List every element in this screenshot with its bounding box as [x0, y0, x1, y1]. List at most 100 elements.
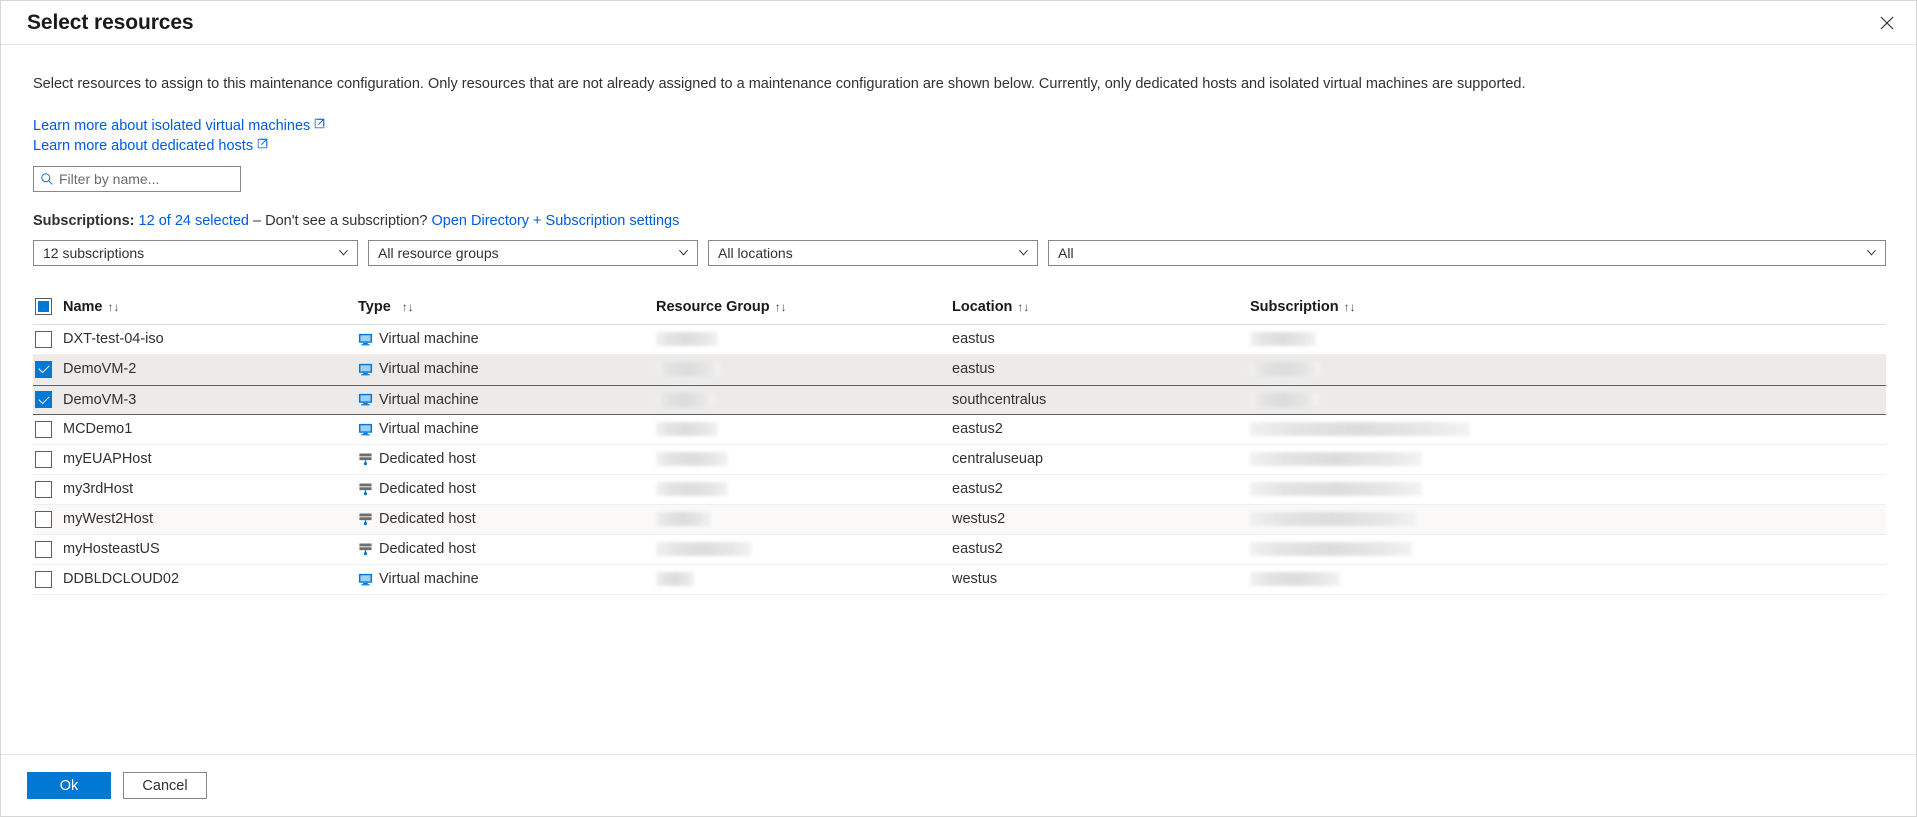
cell-resource-group — [656, 542, 952, 557]
blade-header: Select resources — [1, 1, 1916, 45]
table-row[interactable]: DXT-test-04-iso Virtual machine eastus — [33, 325, 1886, 355]
sort-icon[interactable]: ↑↓ — [108, 300, 120, 314]
cell-subscription — [1250, 512, 1886, 527]
column-header-location[interactable]: Location ↑↓ — [952, 299, 1250, 315]
column-header-name[interactable]: Name ↑↓ — [63, 299, 358, 315]
link-dedicated-hosts-label: Learn more about dedicated hosts — [33, 137, 254, 154]
cell-name: myWest2Host — [63, 511, 153, 528]
type-filter-value: All — [1058, 244, 1074, 261]
subscriptions-selected-link[interactable]: 12 of 24 selected — [139, 213, 249, 229]
row-checkbox[interactable] — [35, 570, 52, 588]
location-filter-dropdown[interactable]: All locations — [708, 239, 1038, 266]
row-checkbox-cell — [33, 391, 63, 409]
table-body: DXT-test-04-iso Virtual machine eastus Demo… — [33, 325, 1886, 595]
row-checkbox[interactable] — [35, 540, 52, 558]
cell-resource-group — [656, 422, 952, 437]
sort-icon[interactable]: ↑↓ — [402, 300, 414, 314]
cell-type-label: Dedicated host — [379, 451, 476, 468]
cell-subscription — [1250, 422, 1886, 437]
column-header-resource-group[interactable]: Resource Group ↑↓ — [656, 299, 952, 315]
redacted-resource-group — [656, 332, 718, 347]
cell-type-label: Virtual machine — [379, 421, 479, 438]
virtual-machine-icon — [358, 573, 373, 585]
chevron-down-icon — [339, 249, 348, 256]
row-checkbox-cell — [33, 450, 63, 468]
link-isolated-virtual-machines[interactable]: Learn more about isolated virtual machin… — [33, 117, 1886, 134]
sort-icon[interactable]: ↑↓ — [775, 300, 787, 314]
table-row[interactable]: my3rdHost Dedicated host eastus2 — [33, 475, 1886, 505]
row-checkbox[interactable] — [35, 391, 52, 409]
select-all-checkbox[interactable] — [35, 298, 52, 316]
table-row[interactable]: MCDemo1 Virtual machine eastus2 — [33, 415, 1886, 445]
close-icon[interactable] — [1872, 8, 1902, 38]
cell-type-label: Dedicated host — [379, 511, 476, 528]
table-row[interactable]: DemoVM-3 Virtual machine southcentralus — [33, 384, 1886, 415]
redacted-subscription — [1250, 452, 1422, 467]
row-checkbox[interactable] — [35, 450, 52, 468]
cell-type-label: Virtual machine — [379, 391, 479, 408]
link-isolated-vm-label: Learn more about isolated virtual machin… — [33, 117, 311, 134]
subscription-filter-value: 12 subscriptions — [43, 244, 145, 261]
close-glyph — [1880, 16, 1894, 29]
sort-icon[interactable]: ↑↓ — [1017, 300, 1029, 314]
cell-location: eastus — [952, 361, 995, 378]
filter-by-name-box[interactable] — [33, 165, 241, 192]
column-header-resource-group-label: Resource Group — [656, 298, 770, 315]
cell-location: westus2 — [952, 511, 1006, 528]
search-input[interactable] — [59, 170, 240, 187]
row-checkbox[interactable] — [35, 330, 52, 348]
row-checkbox-cell — [33, 360, 63, 378]
column-header-subscription[interactable]: Subscription ↑↓ — [1250, 299, 1886, 315]
cell-subscription — [1250, 452, 1886, 467]
link-dedicated-hosts[interactable]: Learn more about dedicated hosts — [33, 137, 1886, 154]
table-row[interactable]: myWest2Host Dedicated host westus2 — [33, 504, 1886, 535]
cancel-button[interactable]: Cancel — [123, 772, 207, 799]
virtual-machine-icon — [358, 333, 373, 345]
cell-name: DemoVM-3 — [63, 391, 137, 408]
cell-resource-group — [656, 572, 952, 587]
row-checkbox[interactable] — [35, 420, 52, 438]
row-checkbox[interactable] — [35, 510, 52, 528]
cell-type: Virtual machine — [358, 392, 656, 408]
redacted-subscription — [1250, 542, 1412, 557]
subscriptions-separator-text: – Don't see a subscription? — [253, 212, 428, 229]
cell-resource-group — [656, 512, 952, 527]
redacted-resource-group — [656, 572, 694, 587]
sort-icon[interactable]: ↑↓ — [1344, 300, 1356, 314]
subscriptions-line: Subscriptions: 12 of 24 selected – Don't… — [33, 213, 1886, 229]
blade-footer: Ok Cancel — [1, 754, 1916, 816]
dedicated-host-icon — [359, 513, 372, 525]
resource-group-filter-dropdown[interactable]: All resource groups — [368, 239, 698, 266]
row-checkbox[interactable] — [35, 480, 52, 498]
cell-subscription — [1250, 332, 1886, 347]
table-row[interactable]: myHosteastUS Dedicated host eastus2 — [33, 535, 1886, 565]
row-checkbox-cell — [33, 510, 63, 528]
external-link-icon — [257, 137, 268, 153]
row-checkbox[interactable] — [35, 360, 52, 378]
table-row[interactable]: DDBLDCLOUD02 Virtual machine westus — [33, 565, 1886, 595]
ok-button[interactable]: Ok — [27, 772, 111, 799]
cell-resource-group — [656, 482, 952, 497]
type-filter-dropdown[interactable]: All — [1048, 239, 1886, 266]
open-directory-subscription-settings-link[interactable]: Open Directory + Subscription settings — [432, 213, 680, 229]
cell-name: DemoVM-2 — [63, 361, 137, 378]
cell-name: myEUAPHost — [63, 451, 152, 468]
column-header-type[interactable]: Type ↑↓ — [358, 299, 656, 315]
cell-type: Virtual machine — [358, 421, 656, 437]
cell-type: Dedicated host — [358, 451, 656, 467]
column-header-name-label: Name — [63, 298, 103, 315]
chevron-down-icon — [679, 249, 688, 256]
redacted-subscription — [1250, 482, 1422, 497]
table-row[interactable]: myEUAPHost Dedicated host centraluseuap — [33, 445, 1886, 475]
redacted-resource-group — [656, 482, 728, 497]
subscription-filter-dropdown[interactable]: 12 subscriptions — [33, 239, 358, 266]
cell-type-label: Dedicated host — [379, 541, 476, 558]
redacted-resource-group — [656, 452, 728, 467]
cell-name: my3rdHost — [63, 481, 134, 498]
cell-subscription — [1250, 542, 1886, 557]
column-header-subscription-label: Subscription — [1250, 298, 1339, 315]
cell-type: Dedicated host — [358, 481, 656, 497]
search-icon — [41, 172, 53, 185]
table-row[interactable]: DemoVM-2 Virtual machine eastus — [33, 354, 1886, 385]
redacted-subscription — [1250, 362, 1320, 377]
